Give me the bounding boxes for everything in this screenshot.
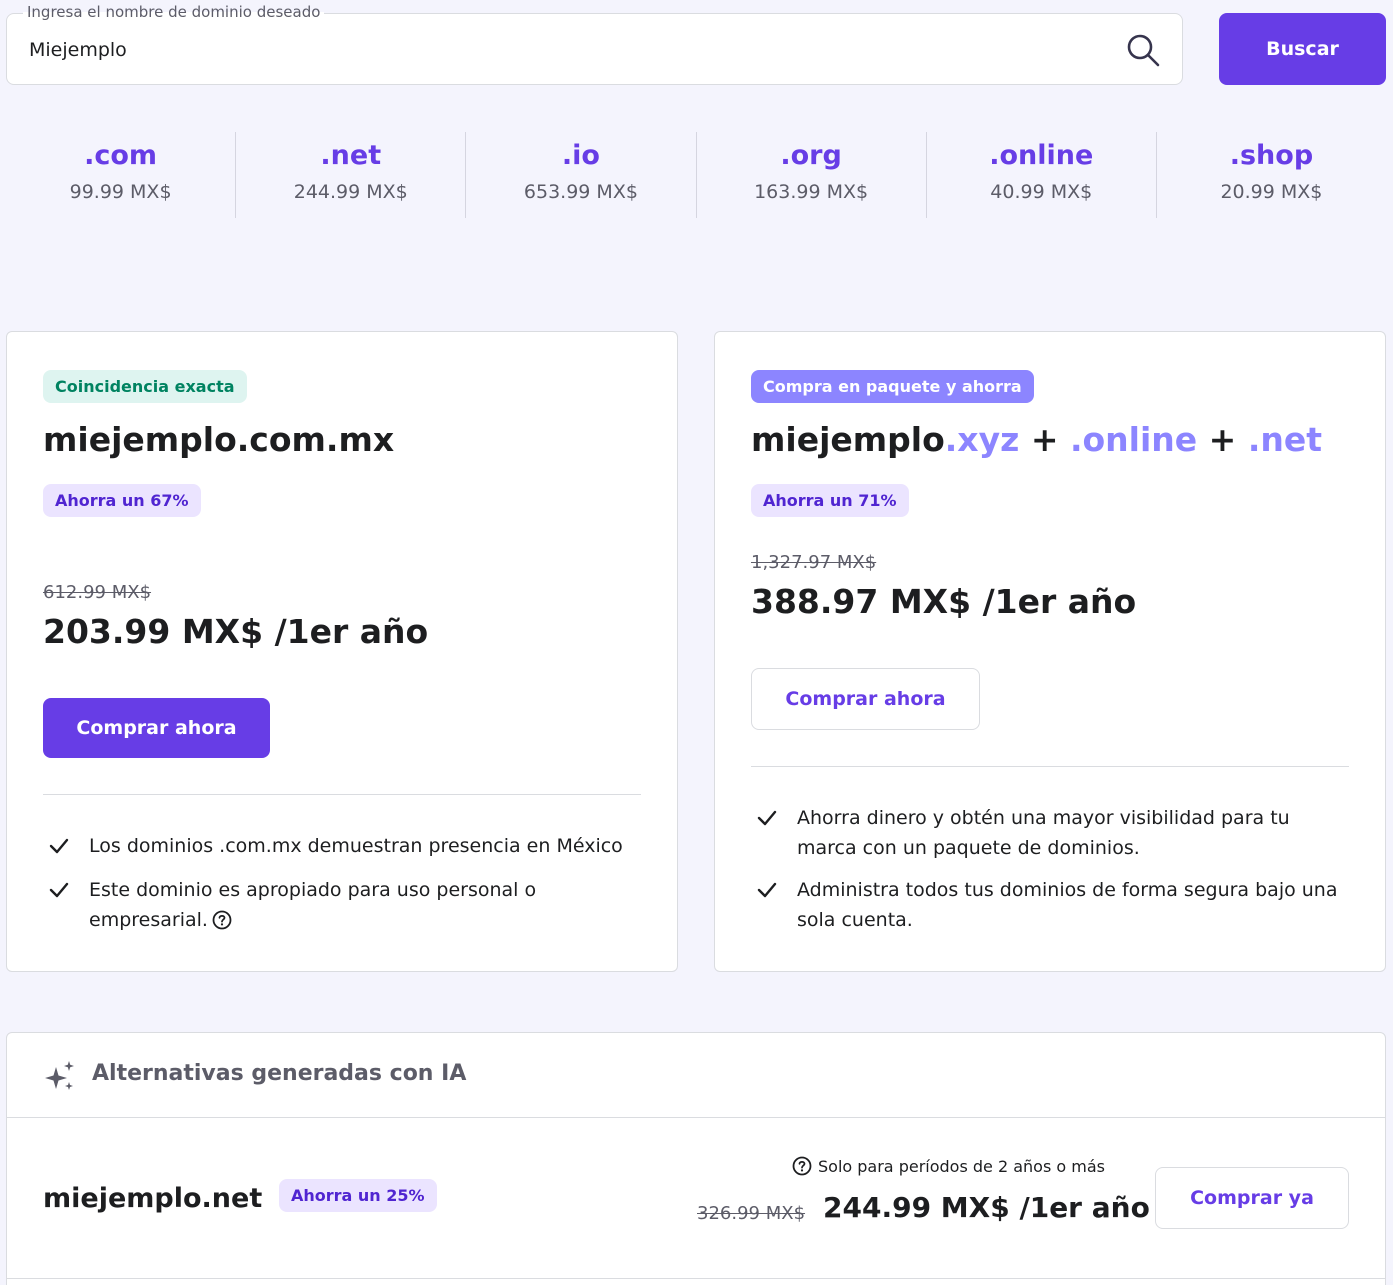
current-price: 388.97 MX$ /1er año bbox=[751, 582, 1137, 621]
tld-name: .io bbox=[561, 140, 600, 171]
tld-item-shop[interactable]: .shop 20.99 MX$ bbox=[1155, 132, 1386, 218]
buy-button[interactable]: Comprar ya bbox=[1155, 1167, 1349, 1229]
period-note-text: Solo para períodos de 2 años o más bbox=[818, 1156, 1105, 1176]
feature-text: Este dominio es apropiado para uso perso… bbox=[89, 879, 537, 931]
savings-badge: Ahorra un 25% bbox=[279, 1179, 437, 1212]
domain-search-input[interactable] bbox=[29, 34, 1109, 66]
tld-item-io[interactable]: .io 653.99 MX$ bbox=[465, 132, 695, 218]
tld-price: 40.99 MX$ bbox=[990, 181, 1093, 203]
exact-match-badge: Coincidencia exacta bbox=[43, 370, 247, 403]
tld-name: .org bbox=[780, 140, 842, 171]
bundle-badge: Compra en paquete y ahorra bbox=[751, 370, 1034, 403]
current-price: 203.99 MX$ /1er año bbox=[43, 612, 429, 651]
help-icon[interactable] bbox=[792, 1156, 812, 1176]
ai-alternatives-panel: Alternativas generadas con IA miejemplo.… bbox=[6, 1032, 1386, 1285]
domain-search-box: Ingresa el nombre de dominio deseado bbox=[6, 3, 1183, 85]
check-icon bbox=[757, 882, 777, 898]
tld-price: 163.99 MX$ bbox=[754, 181, 869, 203]
feature-item: Este dominio es apropiado para uso perso… bbox=[47, 875, 567, 935]
bundle-domains: miejemplo.xyz + .online + .net bbox=[751, 420, 1322, 459]
savings-badge: Ahorra un 71% bbox=[751, 484, 909, 517]
help-icon[interactable] bbox=[212, 910, 232, 930]
tld-price: 20.99 MX$ bbox=[1220, 181, 1323, 203]
check-icon bbox=[49, 838, 69, 854]
search-icon[interactable] bbox=[1125, 32, 1161, 68]
tld-name: .shop bbox=[1229, 140, 1314, 171]
tld-item-org[interactable]: .org 163.99 MX$ bbox=[695, 132, 926, 218]
buy-now-button[interactable]: Comprar ahora bbox=[43, 698, 270, 758]
feature-item: Administra todos tus dominios de forma s… bbox=[755, 875, 1355, 935]
tld-item-net[interactable]: .net 244.99 MX$ bbox=[235, 132, 465, 218]
original-price: 612.99 MX$ bbox=[43, 582, 152, 603]
check-icon bbox=[757, 810, 777, 826]
bundle-ext-net: .net bbox=[1247, 420, 1323, 459]
tld-price: 99.99 MX$ bbox=[69, 181, 172, 203]
plus-sign: + bbox=[1208, 420, 1237, 459]
row-divider bbox=[7, 1278, 1385, 1279]
bundle-card: Compra en paquete y ahorra miejemplo.xyz… bbox=[714, 331, 1386, 972]
divider bbox=[43, 794, 641, 795]
tld-price: 653.99 MX$ bbox=[523, 181, 638, 203]
buy-now-button[interactable]: Comprar ahora bbox=[751, 668, 980, 730]
search-button[interactable]: Buscar bbox=[1219, 13, 1386, 85]
tld-name: .com bbox=[84, 140, 158, 171]
original-price: 326.99 MX$ bbox=[697, 1203, 806, 1224]
exact-match-card: Coincidencia exacta miejemplo.com.mx Aho… bbox=[6, 331, 678, 972]
plus-sign: + bbox=[1030, 420, 1059, 459]
feature-text: Ahorra dinero y obtén una mayor visibili… bbox=[797, 807, 1290, 859]
bundle-domain-base: miejemplo bbox=[751, 420, 945, 459]
sparkles-icon bbox=[45, 1061, 74, 1090]
savings-badge: Ahorra un 67% bbox=[43, 484, 201, 517]
exact-match-domain: miejemplo.com.mx bbox=[43, 420, 395, 459]
period-note: Solo para períodos de 2 años o más bbox=[792, 1156, 1105, 1176]
divider bbox=[751, 766, 1349, 767]
feature-text: Administra todos tus dominios de forma s… bbox=[797, 879, 1338, 931]
check-icon bbox=[49, 882, 69, 898]
current-price: 244.99 MX$ /1er año bbox=[823, 1191, 1150, 1224]
feature-text: Los dominios .com.mx demuestran presenci… bbox=[89, 835, 623, 857]
tld-item-online[interactable]: .online 40.99 MX$ bbox=[925, 132, 1156, 218]
tld-name: .online bbox=[989, 140, 1094, 171]
tld-name: .net bbox=[320, 140, 382, 171]
ai-alternatives-header: Alternativas generadas con IA bbox=[7, 1033, 1385, 1118]
feature-item: Los dominios .com.mx demuestran presenci… bbox=[47, 831, 647, 861]
bundle-ext-online: .online bbox=[1069, 420, 1198, 459]
tld-price: 244.99 MX$ bbox=[293, 181, 408, 203]
alternative-domain: miejemplo.net bbox=[43, 1183, 263, 1214]
original-price: 1,327.97 MX$ bbox=[751, 552, 877, 573]
bundle-ext-xyz: .xyz bbox=[944, 420, 1020, 459]
ai-alternatives-title: Alternativas generadas con IA bbox=[92, 1061, 467, 1086]
feature-item: Ahorra dinero y obtén una mayor visibili… bbox=[755, 803, 1315, 863]
feature-text-wrap: Este dominio es apropiado para uso perso… bbox=[89, 875, 567, 935]
search-label: Ingresa el nombre de dominio deseado bbox=[23, 3, 325, 21]
tld-item-com[interactable]: .com 99.99 MX$ bbox=[6, 132, 235, 218]
tld-price-list: .com 99.99 MX$ .net 244.99 MX$ .io 653.9… bbox=[6, 132, 1386, 218]
